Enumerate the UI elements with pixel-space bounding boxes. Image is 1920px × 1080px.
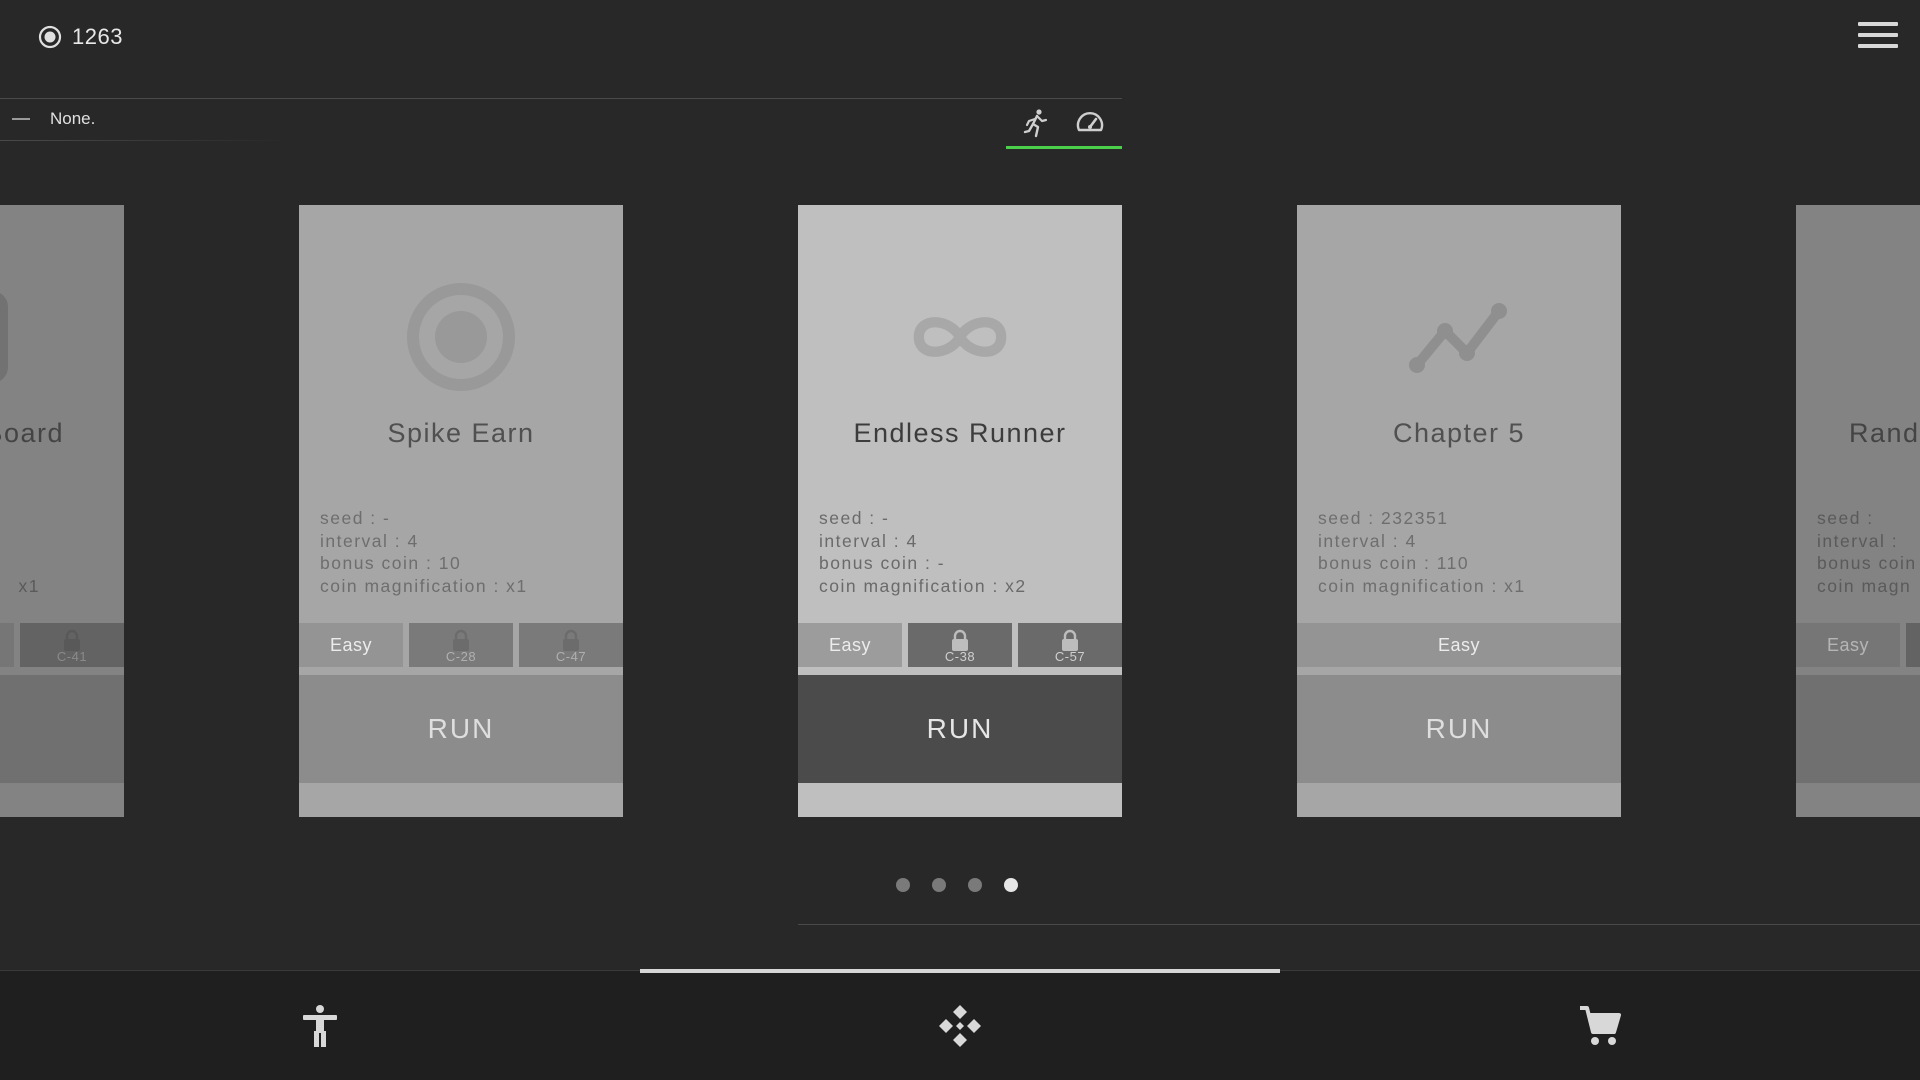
target-coin-icon bbox=[38, 25, 62, 49]
nav-play[interactable] bbox=[640, 971, 1280, 1080]
nav-character[interactable] bbox=[0, 971, 640, 1080]
card-stats: seed : - interval : 4 bonus coin : - coi… bbox=[819, 508, 1027, 596]
card-stats: seed : - interval : 4 bonus coin : 10 co… bbox=[320, 508, 528, 596]
line-graph-icon bbox=[1409, 303, 1507, 373]
card-title: Chapter 5 bbox=[1392, 418, 1526, 448]
difficulty-easy-button[interactable] bbox=[0, 623, 14, 667]
hamburger-menu-icon bbox=[1858, 22, 1898, 26]
card-title: Spike Earn bbox=[387, 418, 535, 448]
difficulty-row: C-41 bbox=[0, 623, 124, 667]
difficulty-locked-button[interactable]: C-28 bbox=[409, 623, 513, 667]
running-figure-icon bbox=[1023, 109, 1048, 138]
accessibility-figure-icon bbox=[303, 1005, 337, 1047]
difficulty-locked-button[interactable] bbox=[1906, 623, 1920, 667]
card-title: Endless Runner bbox=[853, 418, 1067, 448]
run-button[interactable] bbox=[0, 675, 124, 783]
bottom-nav bbox=[0, 969, 1920, 1080]
shopping-cart-icon bbox=[1580, 1006, 1621, 1045]
run-button[interactable] bbox=[1796, 675, 1920, 783]
card-stats: seed : 232351 interval : 4 bonus coin : … bbox=[1318, 508, 1526, 596]
nav-shop[interactable] bbox=[1280, 971, 1920, 1080]
mode-card-random[interactable]: Rand seed : interval : bonus coin coin m… bbox=[1796, 205, 1920, 817]
difficulty-row: Easy C-28 C-47 bbox=[299, 623, 623, 667]
board-icon bbox=[0, 293, 8, 381]
run-mode-button[interactable] bbox=[1018, 105, 1054, 141]
mode-card-chapter-5[interactable]: Chapter 5 seed : 232351 interval : 4 bon… bbox=[1297, 205, 1621, 817]
menu-button[interactable] bbox=[1858, 22, 1898, 52]
mode-card-board[interactable]: Board x1 C-41 bbox=[0, 205, 124, 817]
difficulty-easy-button[interactable]: Easy bbox=[1796, 623, 1900, 667]
coin-counter: 1263 bbox=[38, 24, 123, 50]
status-row: None. bbox=[0, 98, 1122, 149]
difficulty-row: Easy bbox=[1796, 623, 1920, 667]
card-title: Board bbox=[0, 418, 64, 448]
run-button[interactable]: RUN bbox=[299, 675, 623, 783]
dash-icon bbox=[12, 118, 30, 120]
difficulty-easy-button[interactable]: Easy bbox=[299, 623, 403, 667]
difficulty-easy-button[interactable]: Easy bbox=[798, 623, 902, 667]
difficulty-locked-button[interactable]: C-38 bbox=[908, 623, 1012, 667]
run-button[interactable]: RUN bbox=[798, 675, 1122, 783]
card-stats: seed : interval : bonus coin coin magn bbox=[1817, 508, 1917, 596]
target-icon bbox=[407, 283, 515, 391]
status-divider bbox=[0, 140, 290, 141]
difficulty-locked-button[interactable]: C-41 bbox=[20, 623, 124, 667]
difficulty-locked-button[interactable]: C-47 bbox=[519, 623, 623, 667]
page-indicator bbox=[896, 878, 1018, 892]
page-dot[interactable] bbox=[932, 878, 946, 892]
card-stats: x1 bbox=[18, 575, 40, 596]
speedometer-icon bbox=[1076, 112, 1104, 132]
pager-divider bbox=[798, 924, 1920, 925]
page-dot-active[interactable] bbox=[1004, 878, 1018, 892]
coin-count: 1263 bbox=[72, 24, 123, 49]
speed-mode-button[interactable] bbox=[1072, 105, 1108, 141]
run-button[interactable]: RUN bbox=[1297, 675, 1621, 783]
diamond-dpad-icon bbox=[939, 1005, 981, 1047]
difficulty-row: Easy bbox=[1297, 623, 1621, 667]
infinity-icon bbox=[913, 317, 1007, 357]
game-screen: 1263 None. oard x1 C-41 Spike Earn seed … bbox=[0, 0, 1920, 1080]
difficulty-locked-button[interactable]: C-57 bbox=[1018, 623, 1122, 667]
status-text: None. bbox=[50, 109, 96, 128]
page-dot[interactable] bbox=[896, 878, 910, 892]
mode-card-endless-runner[interactable]: Endless Runner seed : - interval : 4 bon… bbox=[798, 205, 1122, 817]
mode-card-spike-earn[interactable]: Spike Earn seed : - interval : 4 bonus c… bbox=[299, 205, 623, 817]
difficulty-easy-button[interactable]: Easy bbox=[1297, 623, 1621, 667]
page-dot[interactable] bbox=[968, 878, 982, 892]
card-title: Rand bbox=[1849, 418, 1920, 448]
mode-toggle bbox=[1006, 99, 1122, 149]
difficulty-row: Easy C-38 C-57 bbox=[798, 623, 1122, 667]
